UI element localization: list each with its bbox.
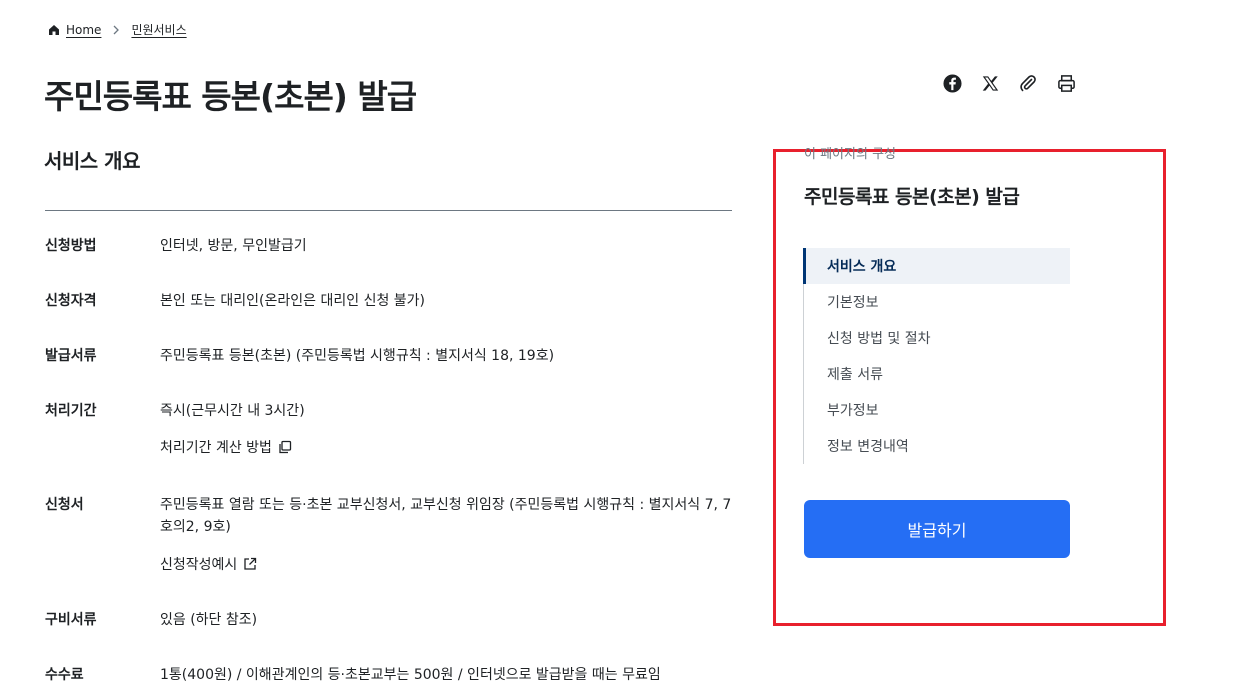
info-label: 신청서 [45,497,84,513]
chevron-right-icon [112,25,120,35]
print-icon[interactable] [1055,72,1077,94]
info-label: 구비서류 [45,612,97,628]
info-value: 있음 (하단 참조) [160,612,258,628]
breadcrumb-current-link[interactable]: 민원서비스 [131,21,186,38]
info-label: 처리기간 [45,403,97,419]
info-label: 신청방법 [45,238,97,254]
home-icon [48,24,60,36]
toc-item-basic-info[interactable]: 기본정보 [804,284,1071,320]
toc-title: 주민등록표 등본(초본) 발급 [804,186,1020,208]
share-toolbar [941,72,1077,94]
copy-window-icon [277,439,293,455]
toc-item-procedure[interactable]: 신청 방법 및 절차 [804,320,1071,356]
toc-item-additional-info[interactable]: 부가정보 [804,392,1071,428]
info-value: 본인 또는 대리인(온라인은 대리인 신청 불가) [160,293,426,309]
info-value: 주민등록표 등본(초본) (주민등록법 시행규칙 : 별지서식 18, 19호) [160,348,555,364]
toc-item-change-history[interactable]: 정보 변경내역 [804,428,1071,464]
info-value: 1통(400원) / 이해관계인의 등·초본교부는 500원 / 인터넷으로 발… [160,667,661,683]
section-divider [45,210,732,211]
toc-nav: 서비스 개요 기본정보 신청 방법 및 절차 제출 서류 부가정보 정보 변경내… [803,248,1070,464]
link-clip-icon[interactable] [1017,72,1039,94]
link-label: 처리기간 계산 방법 [160,440,272,456]
application-example-link[interactable]: 신청작성예시 [160,554,258,574]
breadcrumb: Home 민원서비스 [48,21,187,38]
issue-button[interactable]: 발급하기 [804,500,1070,558]
info-value: 주민등록표 열람 또는 등·초본 교부신청서, 교부신청 위임장 (주민등록법 … [160,497,732,535]
info-value: 인터넷, 방문, 무인발급기 [160,238,307,254]
info-label: 발급서류 [45,348,97,364]
toc-caption: 이 페이지의 구성 [804,147,896,162]
toc-item-submit-docs[interactable]: 제출 서류 [804,356,1071,392]
info-label: 신청자격 [45,293,97,309]
breadcrumb-home-link[interactable]: Home [66,23,101,37]
page-title: 주민등록표 등본(초본) 발급 [44,77,417,116]
link-label: 신청작성예시 [160,557,238,573]
info-label: 수수료 [45,667,84,683]
info-value: 즉시(근무시간 내 3시간) [160,403,305,419]
facebook-icon[interactable] [941,72,963,94]
external-link-icon [242,556,258,572]
toc-item-overview[interactable]: 서비스 개요 [803,248,1070,284]
processing-time-calc-link[interactable]: 처리기간 계산 방법 [160,437,293,457]
section-title-overview: 서비스 개요 [44,149,140,173]
x-icon[interactable] [979,72,1001,94]
